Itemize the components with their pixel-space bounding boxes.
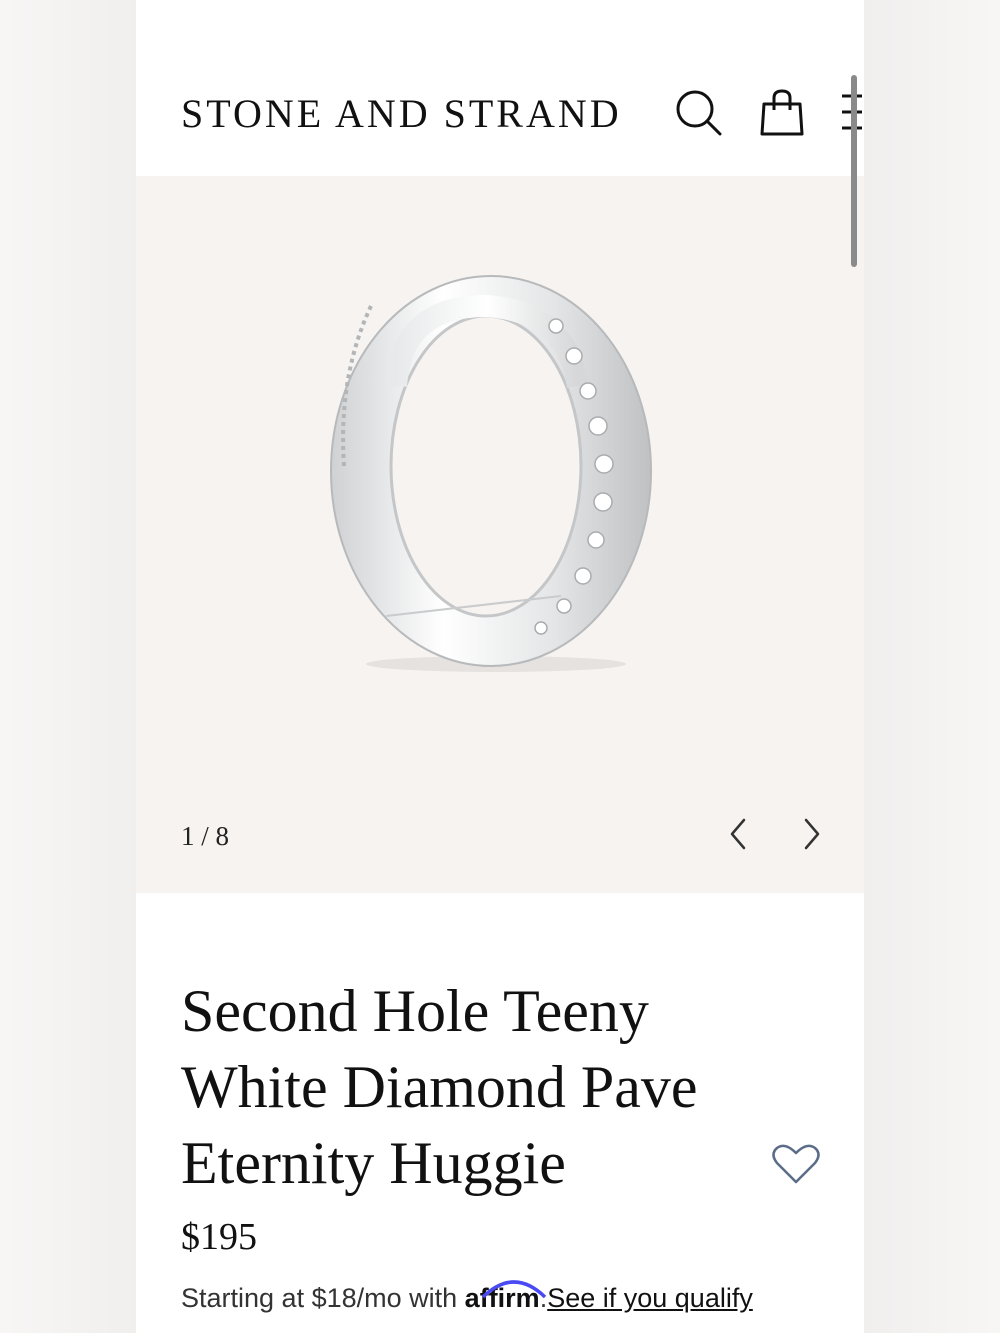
site-logo[interactable]: STONE AND STRAND (181, 90, 622, 137)
site-header: STONE AND STRAND (136, 0, 864, 176)
financing-text: Starting at $18/mo with (181, 1283, 458, 1313)
scrollbar[interactable] (851, 75, 857, 267)
product-image (316, 266, 676, 691)
search-icon[interactable] (674, 88, 724, 143)
product-image-gallery[interactable]: 1 / 8 (136, 176, 864, 893)
product-info: Second Hole Teeny White Diamond Pave Ete… (136, 893, 864, 1333)
page-viewport: STONE AND STRAND 1 / 8 Second Hole Teeny… (136, 0, 864, 1333)
shopping-bag-icon[interactable] (760, 88, 804, 143)
chevron-right-icon[interactable] (796, 816, 826, 857)
background-left (0, 0, 136, 1333)
product-title-line: White Diamond Pave (181, 1054, 698, 1120)
chevron-left-icon[interactable] (724, 816, 754, 857)
product-price: $195 (181, 1216, 257, 1258)
huggie-earring-image (330, 275, 652, 672)
affirm-arc-icon (481, 1280, 546, 1299)
product-title: Second Hole Teeny White Diamond Pave Ete… (181, 973, 741, 1201)
affirm-logo: affirm (465, 1280, 546, 1313)
see-if-you-qualify-link[interactable]: See if you qualify (547, 1283, 753, 1313)
product-title-line: Second Hole Teeny (181, 978, 649, 1044)
image-counter: 1 / 8 (181, 821, 230, 851)
product-title-line: Eternity Huggie (181, 1130, 566, 1196)
background-right (864, 0, 1000, 1333)
wishlist-heart-icon[interactable] (772, 1143, 820, 1190)
affirm-financing-line: Starting at $18/mo with affirm .See if yo… (181, 1280, 753, 1314)
